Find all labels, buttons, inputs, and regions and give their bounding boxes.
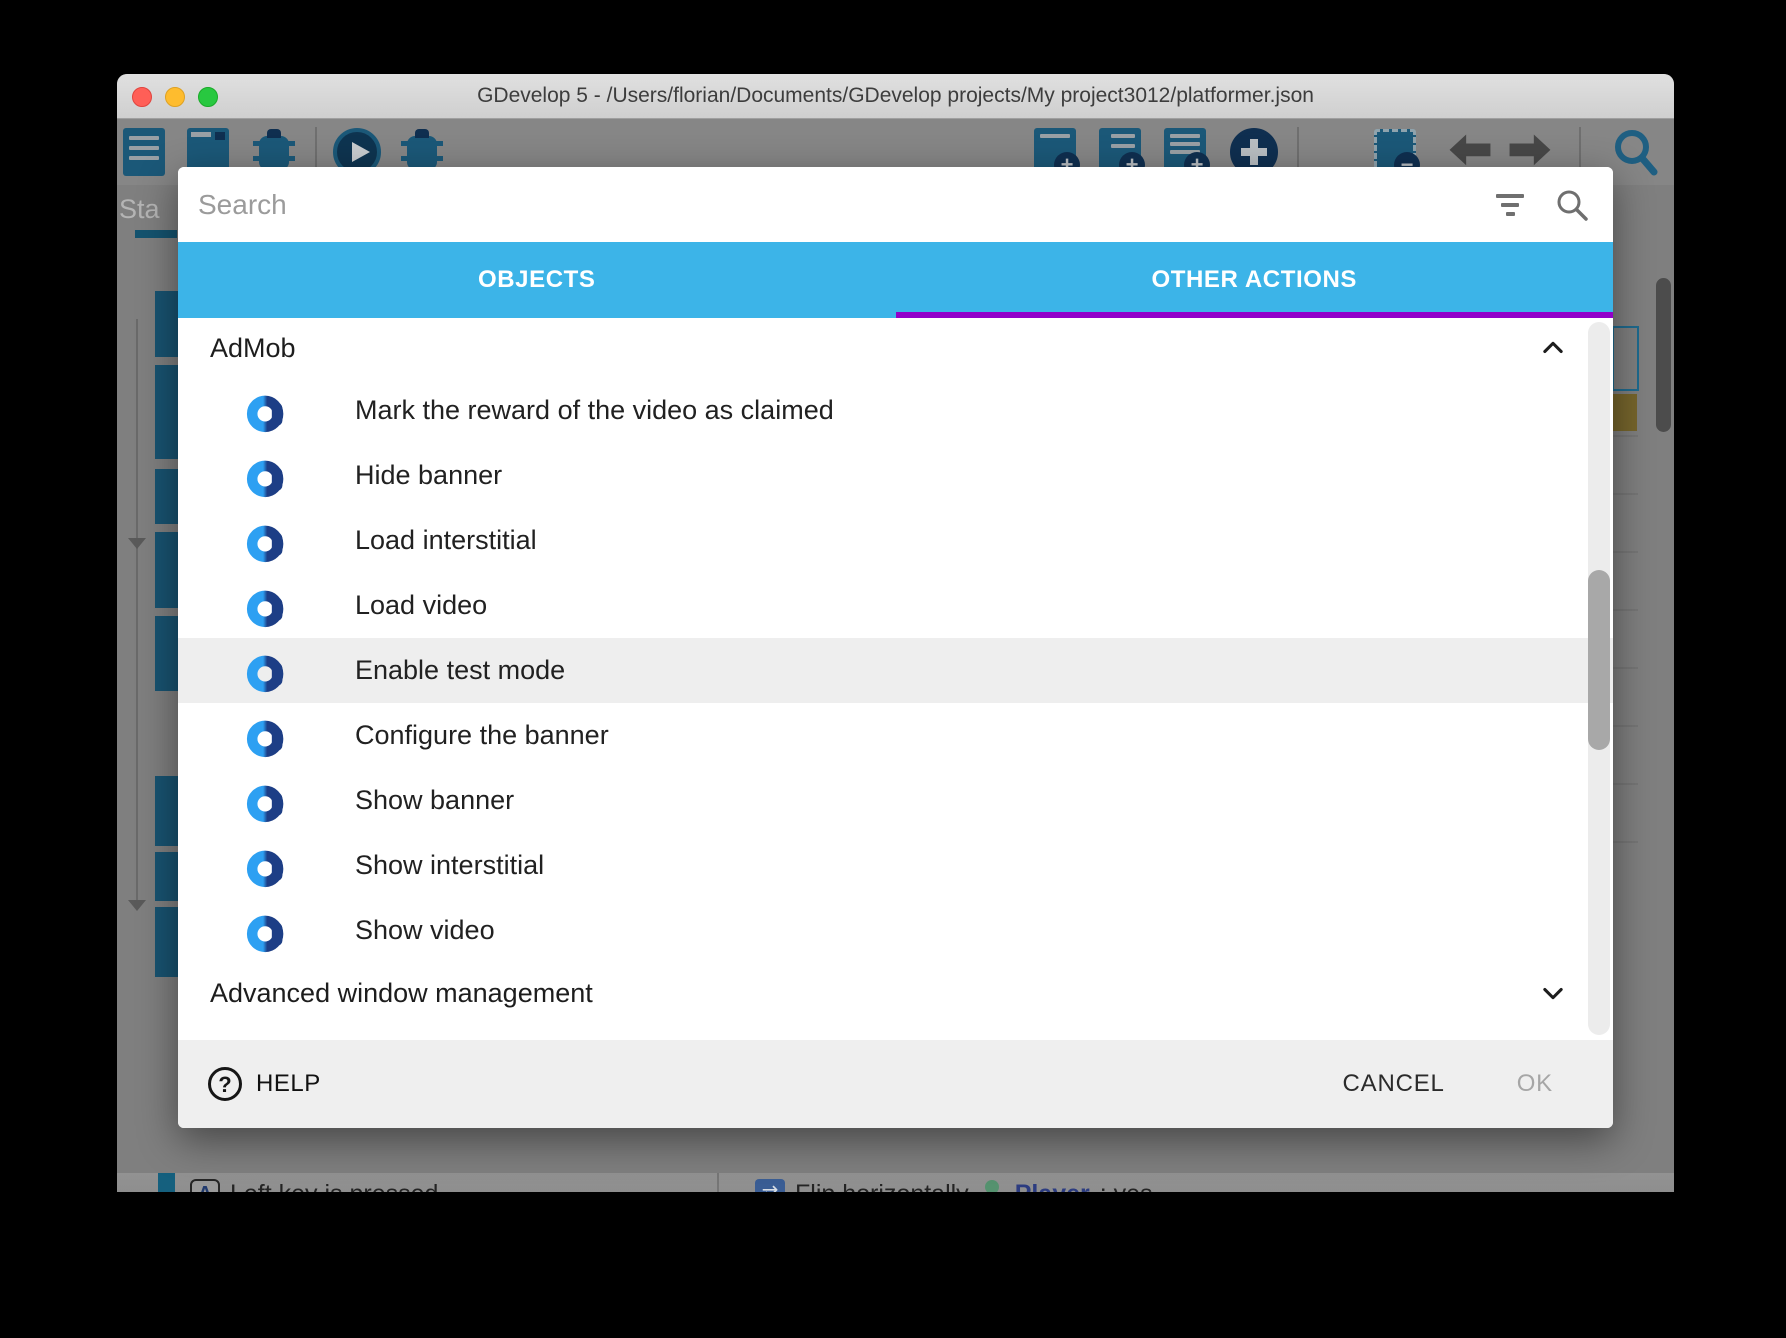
search-bar — [178, 167, 1613, 242]
help-button[interactable]: ? HELP — [208, 1067, 321, 1101]
dialog-scrollbar-track[interactable] — [1588, 322, 1610, 1035]
dialog-footer: ? HELP CANCEL OK — [178, 1040, 1613, 1128]
event-block — [155, 365, 178, 459]
action-list-item[interactable]: Show banner — [178, 768, 1613, 833]
extension-group-header[interactable]: AdMob — [178, 318, 1613, 378]
row-divider — [1612, 435, 1638, 437]
scene-tab-label: Sta — [119, 194, 179, 225]
action-list-item[interactable]: Show video — [178, 898, 1613, 963]
event-tree-line — [136, 319, 138, 909]
row-divider — [1612, 609, 1638, 611]
action-text: Flip horizontally — [795, 1180, 969, 1193]
event-block — [155, 907, 178, 977]
action-list-item[interactable]: Show interstitial — [178, 833, 1613, 898]
admob-icon — [245, 908, 291, 954]
app-scrollbar-thumb — [1656, 278, 1671, 432]
scene-tab-indicator — [135, 230, 177, 238]
action-list-item[interactable]: Mark the reward of the video as claimed — [178, 378, 1613, 443]
search-icon[interactable] — [1555, 188, 1589, 222]
admob-icon — [245, 388, 291, 434]
event-block — [155, 852, 178, 901]
event-block-comment — [1612, 394, 1637, 431]
admob-icon — [245, 518, 291, 564]
admob-icon — [245, 843, 291, 889]
collapse-arrow-icon — [128, 900, 146, 911]
player-object-icon — [979, 1179, 1005, 1192]
dialog-scrollbar-thumb[interactable] — [1588, 570, 1610, 750]
extension-group-header[interactable]: Advanced window management — [178, 963, 1613, 1023]
traffic-lights — [132, 74, 218, 119]
close-window-button[interactable] — [132, 87, 152, 107]
row-divider — [1612, 783, 1638, 785]
event-block-outline — [1612, 326, 1639, 391]
event-block — [155, 616, 178, 691]
flip-horizontally-icon: ⇄ — [755, 1179, 785, 1192]
admob-icon — [245, 583, 291, 629]
zoom-window-button[interactable] — [198, 87, 218, 107]
condition-text: Left key is pressed — [230, 1180, 438, 1193]
search-events-icon — [1610, 126, 1660, 178]
row-divider — [1612, 841, 1638, 843]
action-list-item[interactable]: Hide banner — [178, 443, 1613, 508]
action-object-name: Player — [1015, 1180, 1090, 1193]
action-list-item[interactable]: Configure the banner — [178, 703, 1613, 768]
help-icon: ? — [208, 1067, 242, 1101]
admob-icon — [245, 713, 291, 759]
admob-icon — [245, 453, 291, 499]
row-divider — [1612, 551, 1638, 553]
chevron-down-icon[interactable] — [1539, 979, 1567, 1007]
event-block — [155, 776, 178, 846]
action-list-item[interactable]: Enable test mode — [178, 638, 1613, 703]
event-block — [155, 532, 178, 608]
row-divider — [1612, 493, 1638, 495]
chevron-up-icon[interactable] — [1539, 334, 1567, 362]
tab-other-actions[interactable]: OTHER ACTIONS — [896, 242, 1614, 318]
screen: GDevelop 5 - /Users/florian/Documents/GD… — [0, 0, 1786, 1338]
app-window: GDevelop 5 - /Users/florian/Documents/GD… — [117, 74, 1674, 1192]
row-divider — [1612, 667, 1638, 669]
event-sheet-rows: A Left key is pressed Add condition ⇄ Fl… — [117, 1173, 1674, 1192]
filter-icon[interactable] — [1495, 194, 1525, 216]
action-list: AdMob Mark the reward of the video as cl… — [178, 318, 1613, 1040]
admob-icon — [245, 648, 291, 694]
titlebar: GDevelop 5 - /Users/florian/Documents/GD… — [117, 74, 1674, 119]
collapse-arrow-icon — [128, 538, 146, 549]
admob-icon — [245, 778, 291, 824]
action-list-item[interactable]: Load interstitial — [178, 508, 1613, 573]
event-block — [155, 469, 178, 524]
minimize-window-button[interactable] — [165, 87, 185, 107]
project-manager-icon — [119, 126, 169, 178]
event-block — [155, 291, 178, 357]
action-list-item[interactable]: Load video — [178, 573, 1613, 638]
condition-row: A Left key is pressed — [190, 1177, 438, 1192]
action-value: : yes — [1100, 1180, 1153, 1193]
cancel-button[interactable]: CANCEL — [1343, 1070, 1445, 1098]
dialog-tabs: OBJECTSOTHER ACTIONS — [178, 242, 1613, 318]
search-input[interactable] — [198, 189, 1495, 221]
window-title: GDevelop 5 - /Users/florian/Documents/GD… — [117, 84, 1674, 108]
conditions-actions-divider — [717, 1173, 719, 1192]
row-divider — [1612, 725, 1638, 727]
event-selection-bar — [158, 1173, 175, 1192]
action-row: ⇄ Flip horizontally Player : yes — [755, 1177, 1153, 1192]
ok-button[interactable]: OK — [1517, 1070, 1553, 1098]
keyboard-key-icon: A — [190, 1179, 220, 1192]
choose-action-dialog: OBJECTSOTHER ACTIONS AdMob Mark the rewa… — [178, 167, 1613, 1128]
tab-objects[interactable]: OBJECTS — [178, 242, 896, 318]
